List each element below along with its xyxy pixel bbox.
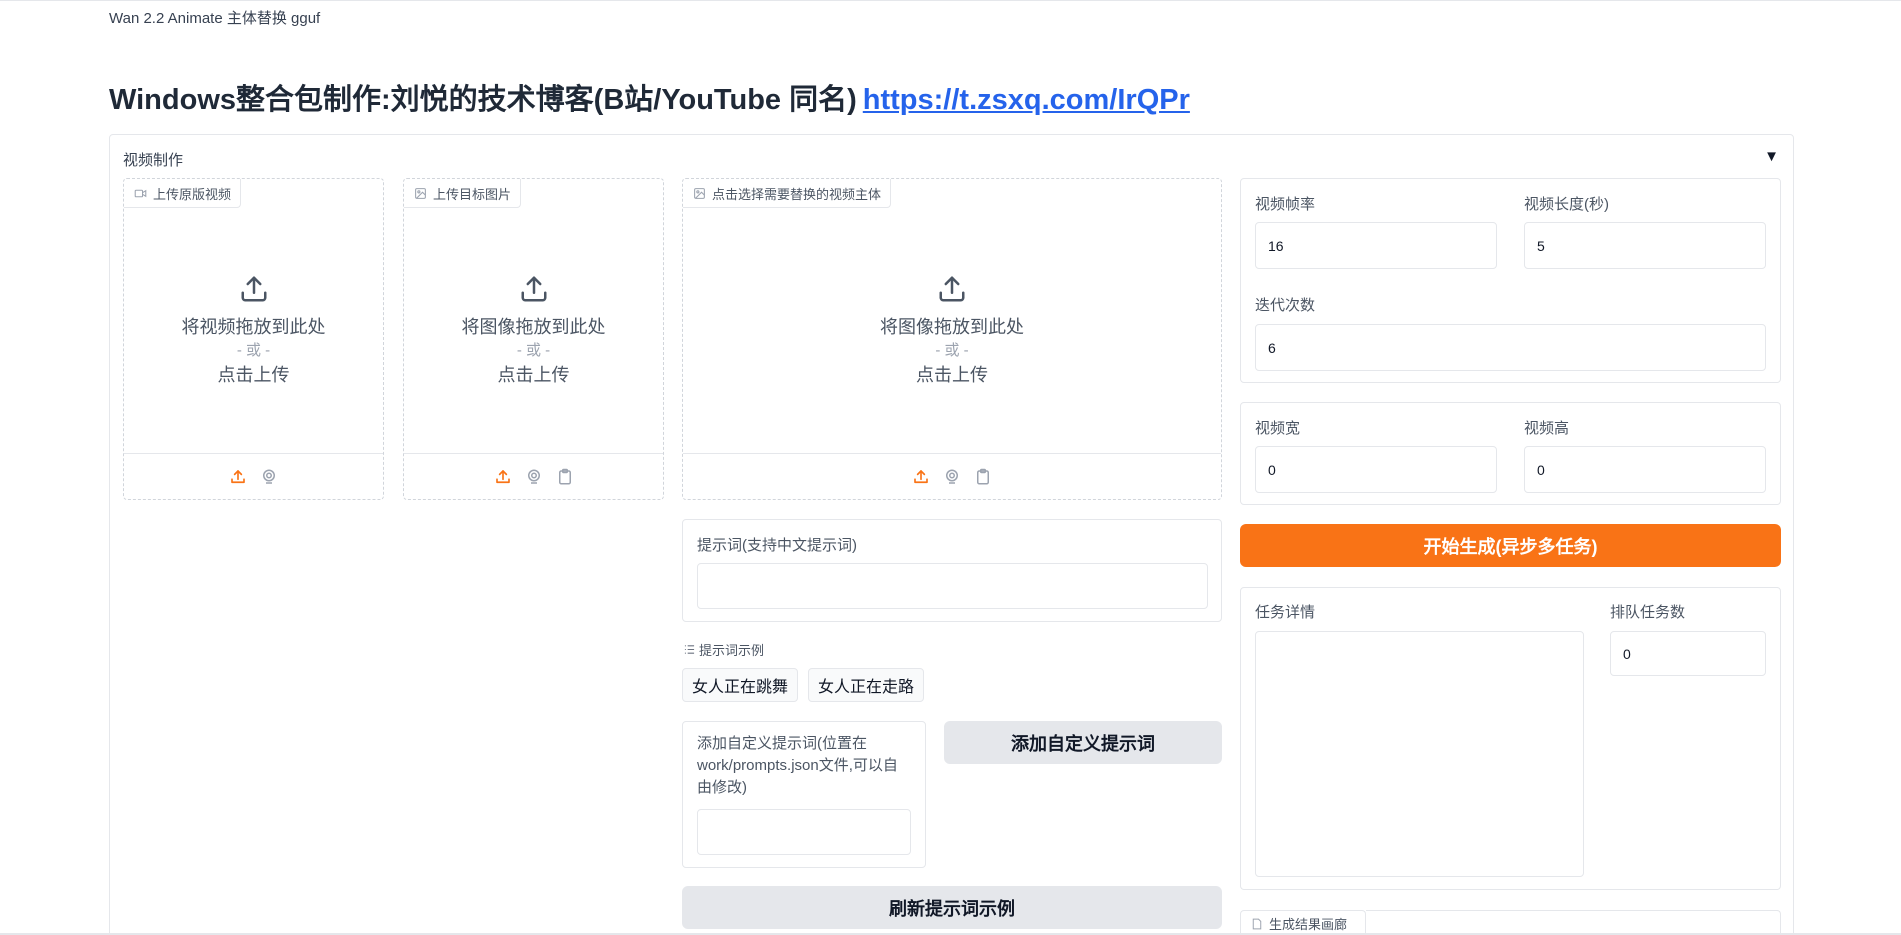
- refresh-examples-button[interactable]: 刷新提示词示例: [682, 886, 1222, 929]
- image-icon: [415, 187, 426, 199]
- upload-tag-label: 上传原版视频: [153, 186, 232, 202]
- fps-label: 视频帧率: [1255, 196, 1316, 213]
- gallery-frame: [1366, 910, 1781, 935]
- click-upload-text: 点击上传: [217, 365, 290, 385]
- upload-icon: [939, 276, 965, 302]
- length-label: 视频长度(秒): [1524, 196, 1609, 213]
- gallery-tag: 生成结果画廊: [1240, 910, 1366, 935]
- image-icon: [694, 187, 705, 199]
- video-icon: [134, 189, 147, 197]
- steps-input[interactable]: 6: [1255, 324, 1766, 371]
- source-selector: [124, 453, 383, 499]
- upload-icon: [521, 276, 546, 302]
- custom-prompt-input[interactable]: [697, 809, 911, 855]
- or-text: - 或 -: [935, 342, 969, 359]
- click-upload-text: 点击上传: [916, 365, 988, 385]
- custom-prompt-label: 添加自定义提示词(位置在 work/prompts.json文件,可以自 由修改…: [697, 733, 898, 799]
- custom-prompt-label-line: work/prompts.json文件,可以自: [697, 757, 898, 774]
- examples-label: 提示词示例: [684, 640, 764, 659]
- drop-zone[interactable]: 将图像拖放到此处 - 或 - 点击上传: [683, 209, 1221, 453]
- accordion-caret-icon[interactable]: ▼: [1764, 148, 1779, 165]
- prompt-label: 提示词(支持中文提示词): [697, 537, 857, 554]
- upload-subject-image-tag: 点击选择需要替换的视频主体: [683, 179, 892, 208]
- steps-label: 迭代次数: [1255, 297, 1316, 314]
- list-icon: [684, 645, 695, 654]
- custom-prompt-label-line: 由修改): [697, 779, 747, 796]
- drop-text: 将图像拖放到此处: [461, 317, 606, 337]
- clipboard-icon[interactable]: [556, 468, 574, 486]
- webcam-icon[interactable]: [943, 468, 961, 486]
- generate-button[interactable]: 开始生成(异步多任务): [1240, 524, 1781, 567]
- drop-zone[interactable]: 将视频拖放到此处 - 或 - 点击上传: [124, 209, 383, 453]
- upload-source-video[interactable]: 上传原版视频 将视频拖放到此处 - 或 - 点击上传: [123, 178, 384, 500]
- upload-tag-label: 上传目标图片: [433, 186, 512, 202]
- queue-count-input[interactable]: 0: [1610, 631, 1766, 676]
- app-title: Wan 2.2 Animate 主体替换 gguf: [109, 10, 321, 27]
- heading-text: Windows整合包制作:刘悦的技术博客(B站/YouTube 同名): [109, 84, 857, 116]
- width-input[interactable]: 0: [1255, 446, 1497, 493]
- webcam-icon[interactable]: [525, 468, 543, 486]
- example-chip[interactable]: 女人正在走路: [808, 668, 924, 702]
- height-label: 视频高: [1524, 420, 1570, 437]
- image-icon: [1252, 918, 1262, 929]
- length-input[interactable]: 5: [1524, 222, 1766, 269]
- upload-target-image[interactable]: 上传目标图片 将图像拖放到此处 - 或 - 点击上传: [403, 178, 664, 500]
- upload-source-icon[interactable]: [229, 468, 247, 486]
- webcam-icon[interactable]: [260, 468, 278, 486]
- drop-text: 将图像拖放到此处: [880, 317, 1024, 337]
- upload-tag-label: 点击选择需要替换的视频主体: [712, 186, 882, 202]
- custom-prompt-label-line: 添加自定义提示词(位置在: [697, 735, 867, 752]
- height-input[interactable]: 0: [1524, 446, 1766, 493]
- example-chip[interactable]: 女人正在跳舞: [682, 668, 798, 702]
- task-detail-textarea[interactable]: [1255, 631, 1584, 877]
- upload-source-video-tag: 上传原版视频: [124, 179, 242, 208]
- click-upload-text: 点击上传: [497, 365, 570, 385]
- source-selector: [404, 453, 663, 499]
- prompt-input[interactable]: [697, 563, 1208, 609]
- fps-input[interactable]: 16: [1255, 222, 1497, 269]
- upload-source-icon[interactable]: [494, 468, 512, 486]
- width-label: 视频宽: [1255, 420, 1301, 437]
- source-selector: [683, 453, 1221, 499]
- drop-text: 将视频拖放到此处: [181, 317, 326, 337]
- or-text: - 或 -: [236, 342, 271, 359]
- add-custom-prompt-button[interactable]: 添加自定义提示词: [944, 721, 1222, 764]
- examples-label-text: 提示词示例: [699, 643, 765, 658]
- top-divider: [0, 0, 1901, 1]
- heading-link[interactable]: https://t.zsxq.com/IrQPr: [863, 84, 1190, 116]
- page-heading: Windows整合包制作:刘悦的技术博客(B站/YouTube 同名) https…: [109, 76, 1190, 118]
- drop-zone[interactable]: 将图像拖放到此处 - 或 - 点击上传: [404, 209, 663, 453]
- upload-subject-image[interactable]: 点击选择需要替换的视频主体 将图像拖放到此处 - 或 - 点击上传: [682, 178, 1222, 500]
- or-text: - 或 -: [516, 342, 551, 359]
- upload-source-icon[interactable]: [912, 468, 930, 486]
- clipboard-icon[interactable]: [974, 468, 992, 486]
- upload-icon: [241, 276, 266, 302]
- queue-count-label: 排队任务数: [1610, 604, 1686, 621]
- upload-target-image-tag: 上传目标图片: [404, 179, 522, 208]
- accordion-label[interactable]: 视频制作: [123, 149, 183, 170]
- task-detail-label: 任务详情: [1255, 604, 1316, 621]
- gallery-label: 生成结果画廊: [1269, 917, 1348, 932]
